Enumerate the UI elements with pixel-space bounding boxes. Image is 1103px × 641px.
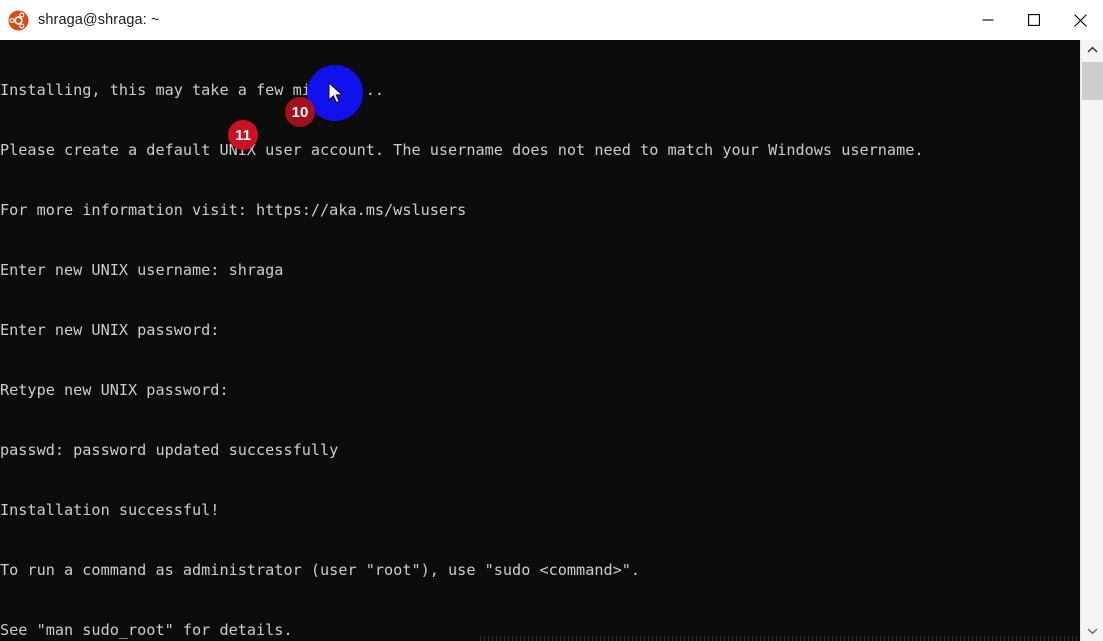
chevron-up-icon <box>1087 41 1098 59</box>
terminal-line: Enter new UNIX password: <box>0 321 220 339</box>
chevron-down-icon <box>1087 622 1098 640</box>
terminal-text-block: Installing, this may take a few minutes.… <box>0 40 924 641</box>
scroll-down-button[interactable] <box>1081 621 1103 641</box>
scrollbar-thumb[interactable] <box>1082 62 1103 100</box>
titlebar-left-group: shraga@shraga: ~ <box>8 0 160 40</box>
terminal-output-area[interactable]: Installing, this may take a few minutes.… <box>0 40 1080 641</box>
scroll-up-button[interactable] <box>1081 40 1103 60</box>
maximize-icon <box>1028 14 1040 26</box>
ubuntu-logo-icon <box>8 10 29 31</box>
minimize-button[interactable] <box>965 0 1011 40</box>
terminal-line: Installing, this may take a few minutes.… <box>0 81 385 99</box>
vertical-scrollbar[interactable] <box>1080 40 1103 641</box>
terminal-line: Installation successful! <box>0 501 220 519</box>
terminal-line: Retype new UNIX password: <box>0 381 229 399</box>
maximize-button[interactable] <box>1011 0 1057 40</box>
terminal-line: For more information visit: https://aka.… <box>0 201 467 219</box>
terminal-window: shraga@shraga: ~ Installing, this may ta… <box>0 0 1103 641</box>
terminal-line: To run a command as administrator (user … <box>0 561 641 579</box>
terminal-line: passwd: password updated successfully <box>0 441 339 459</box>
terminal-line: Please create a default UNIX user accoun… <box>0 141 924 159</box>
terminal-line: See "man sudo_root" for details. <box>0 621 293 639</box>
window-controls <box>965 0 1103 40</box>
window-title: shraga@shraga: ~ <box>38 12 160 28</box>
terminal-line: Enter new UNIX username: shraga <box>0 261 284 279</box>
minimize-icon <box>982 14 994 26</box>
close-button[interactable] <box>1057 0 1103 40</box>
window-titlebar[interactable]: shraga@shraga: ~ <box>0 0 1103 40</box>
close-icon <box>1073 13 1087 27</box>
